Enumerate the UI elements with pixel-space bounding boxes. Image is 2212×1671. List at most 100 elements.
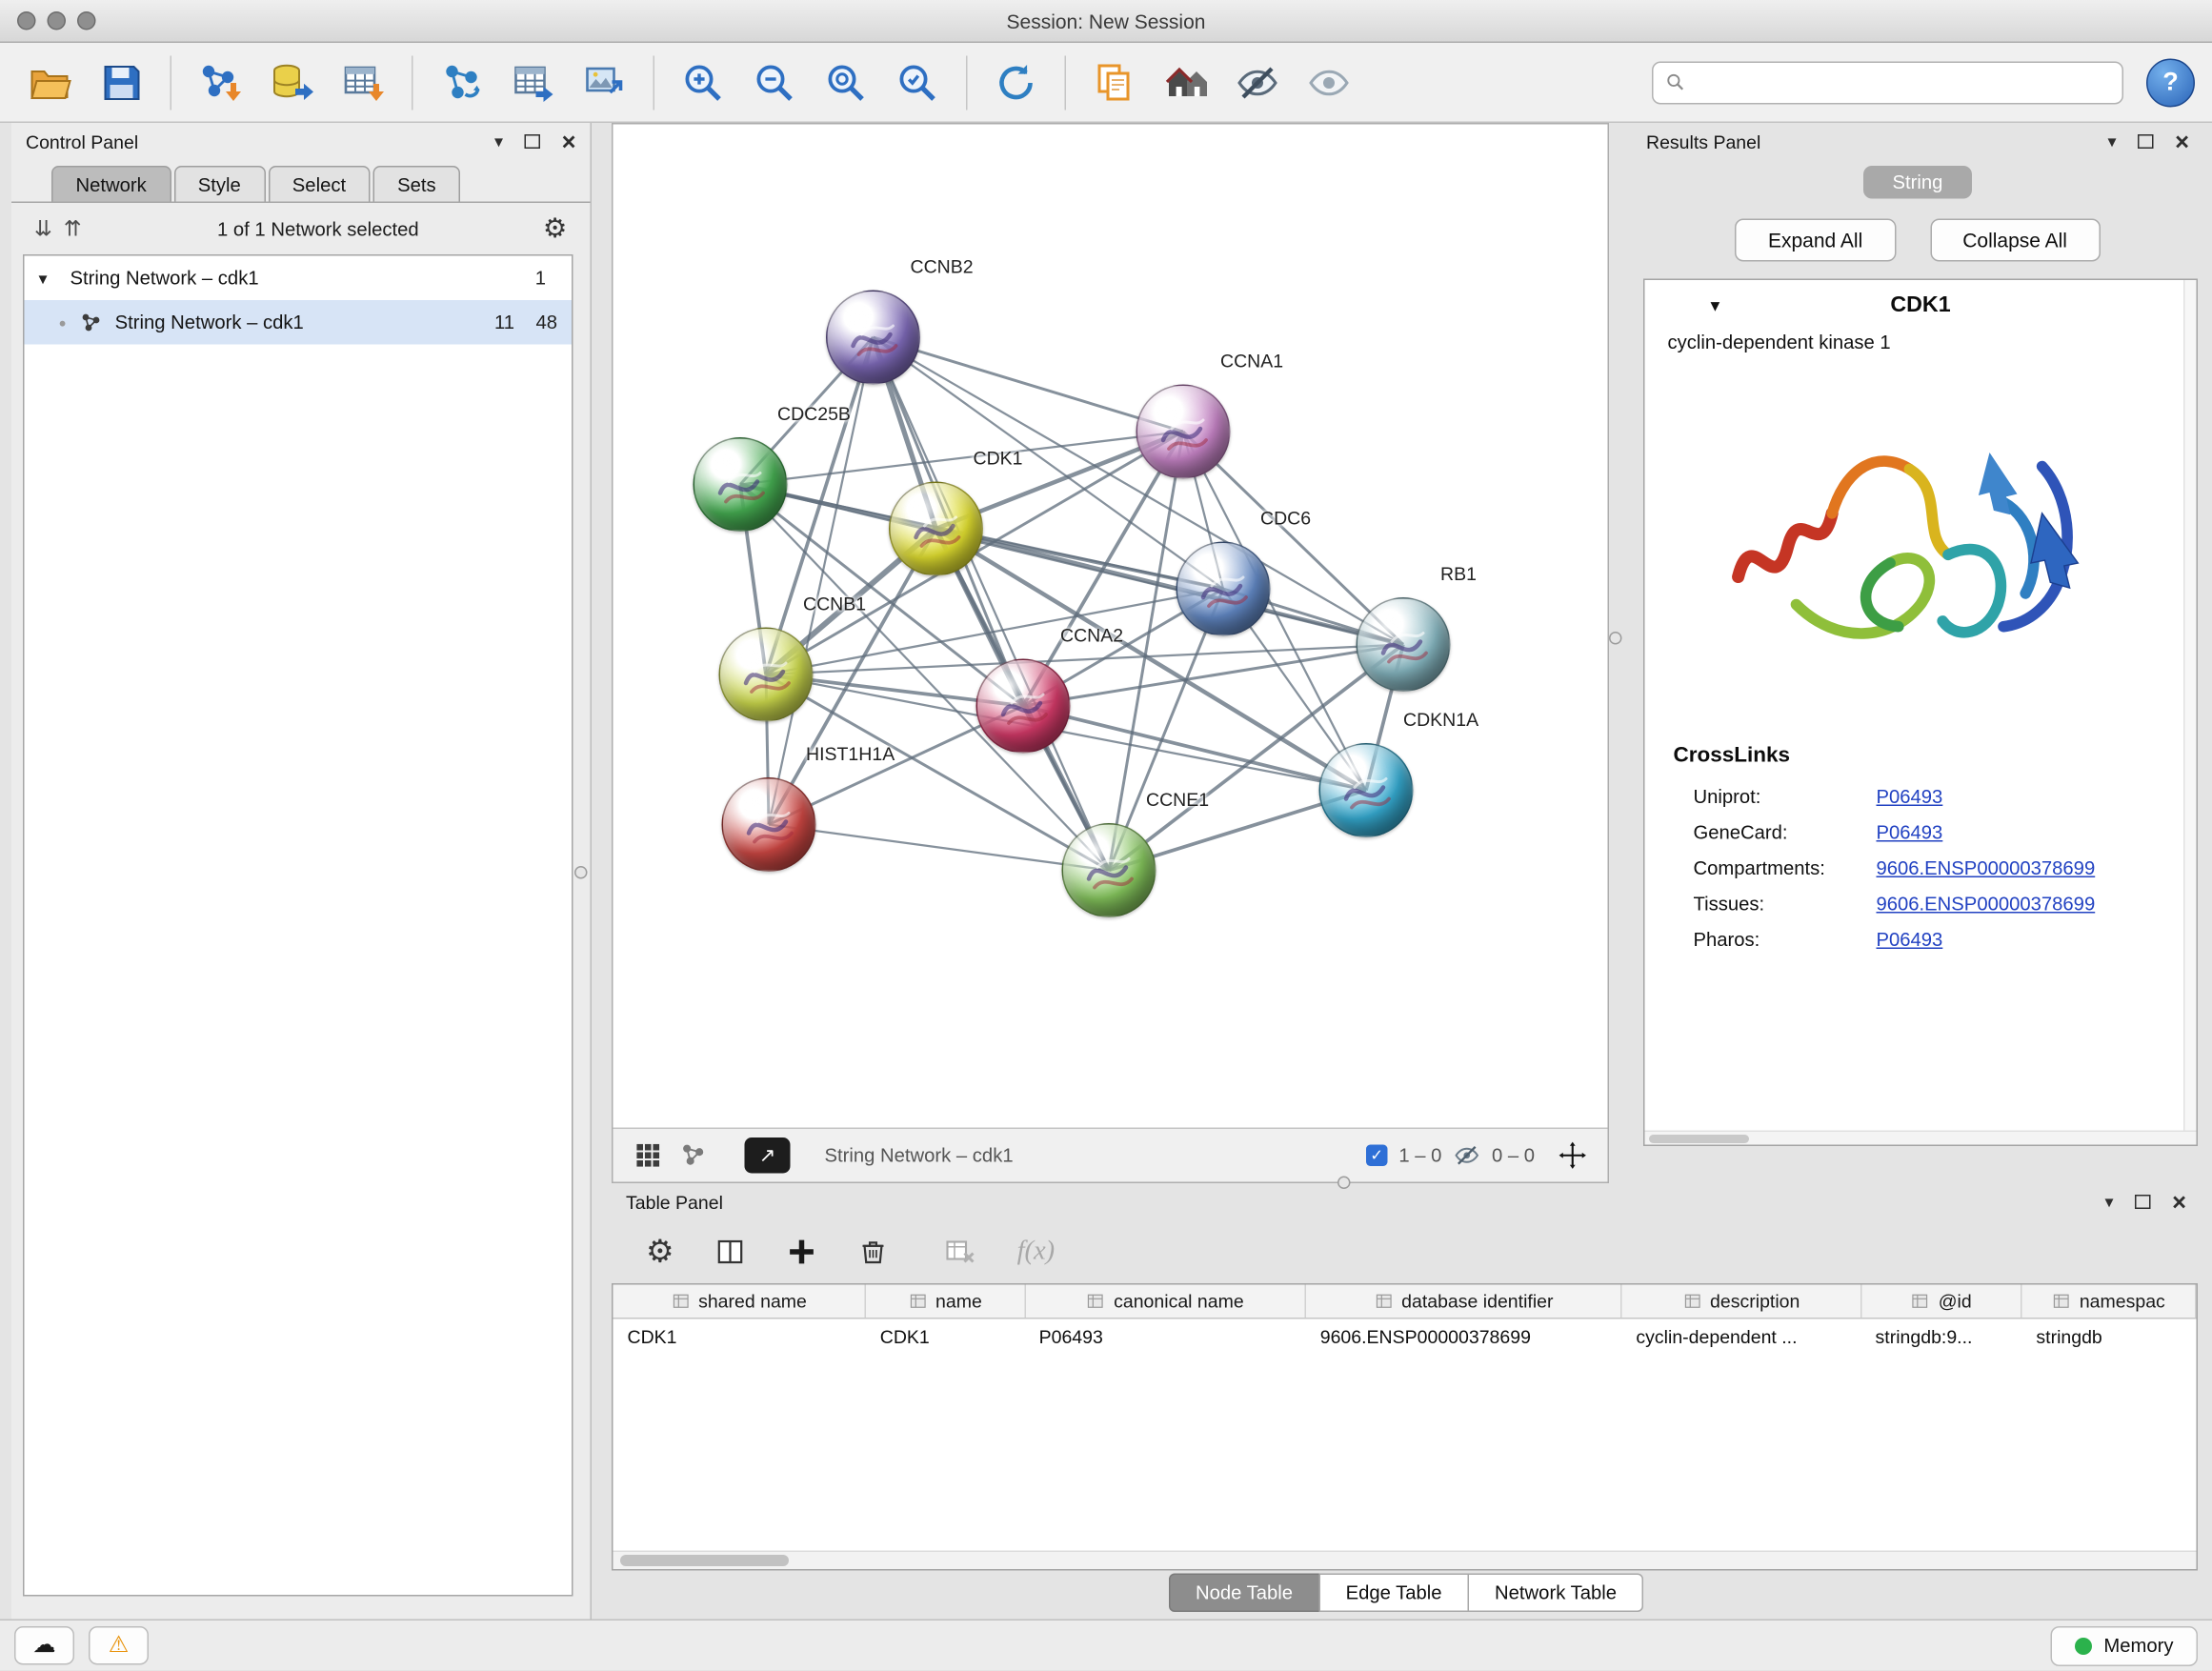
network-node-ccnb2[interactable] xyxy=(826,291,920,385)
network-node-cdkn1a[interactable] xyxy=(1319,743,1414,837)
selected-items-checkbox[interactable]: ✓ xyxy=(1366,1145,1388,1167)
export-network-button[interactable] xyxy=(500,50,566,115)
network-row[interactable]: ● String Network – cdk1 11 48 xyxy=(25,300,573,345)
panel-close-icon[interactable]: × xyxy=(562,130,576,154)
splitter-handle[interactable] xyxy=(574,866,588,879)
splitter-handle[interactable] xyxy=(1609,632,1622,645)
network-overview-button[interactable] xyxy=(680,1142,708,1170)
results-horizontal-scrollbar[interactable] xyxy=(1645,1131,2197,1145)
column-header[interactable]: description xyxy=(1621,1285,1860,1319)
apply-layout-button[interactable] xyxy=(983,50,1049,115)
splitter-handle[interactable] xyxy=(1337,1177,1350,1190)
crosslink-link[interactable]: 9606.ENSP00000378699 xyxy=(1877,894,2096,916)
import-table-button[interactable] xyxy=(331,50,396,115)
table-horizontal-scrollbar[interactable] xyxy=(613,1551,2197,1570)
new-network-button[interactable] xyxy=(429,50,494,115)
search-input[interactable] xyxy=(1695,71,2111,93)
table-options-gear-icon[interactable]: ⚙ xyxy=(646,1234,674,1271)
network-canvas[interactable]: CCNB2 CCNA1 CDC25B CDK1 CDC6 xyxy=(613,125,1608,1128)
help-button[interactable]: ? xyxy=(2146,58,2195,107)
zoom-selected-button[interactable] xyxy=(885,50,951,115)
open-session-button[interactable] xyxy=(17,50,83,115)
network-collection-row[interactable]: ▾ String Network – cdk1 1 xyxy=(25,256,573,301)
collapse-all-button[interactable]: Collapse All xyxy=(1930,219,2101,262)
export-image-button[interactable] xyxy=(572,50,637,115)
pan-move-icon[interactable] xyxy=(1558,1140,1588,1171)
network-node-cdc25b[interactable] xyxy=(694,437,788,532)
network-node-cdc6[interactable] xyxy=(1176,542,1271,636)
expand-all-button[interactable]: Expand All xyxy=(1735,219,1895,262)
network-edge[interactable] xyxy=(769,825,1109,871)
string-home-button[interactable] xyxy=(1154,50,1219,115)
tree-expand-icon[interactable]: ▾ xyxy=(39,268,70,288)
tab-node-table[interactable]: Node Table xyxy=(1168,1573,1319,1612)
column-header[interactable]: name xyxy=(866,1285,1025,1319)
tab-select[interactable]: Select xyxy=(268,166,370,202)
network-node-cdk1[interactable] xyxy=(889,482,983,576)
tab-network-table[interactable]: Network Table xyxy=(1468,1573,1644,1612)
zoom-fit-button[interactable] xyxy=(814,50,879,115)
table-cell[interactable]: stringdb:9... xyxy=(1861,1319,2022,1355)
warnings-button[interactable]: ⚠ xyxy=(89,1626,149,1665)
panel-float-icon[interactable] xyxy=(525,134,541,149)
network-node-ccna1[interactable] xyxy=(1136,385,1231,479)
network-edge[interactable] xyxy=(936,529,1404,645)
table-cell[interactable]: cyclin-dependent ... xyxy=(1621,1319,1860,1355)
hide-glass-button[interactable] xyxy=(1225,50,1291,115)
collapse-section-icon[interactable]: ▾ xyxy=(1711,294,1720,317)
column-header[interactable]: database identifier xyxy=(1306,1285,1622,1319)
crosslink-link[interactable]: P06493 xyxy=(1877,822,1943,844)
memory-button[interactable]: Memory xyxy=(2051,1626,2198,1666)
panel-menu-icon[interactable]: ▾ xyxy=(2105,1192,2114,1212)
table-cell[interactable]: CDK1 xyxy=(866,1319,1025,1355)
panel-menu-icon[interactable]: ▾ xyxy=(2108,131,2117,151)
table-row[interactable]: CDK1 CDK1 P06493 9606.ENSP00000378699 cy… xyxy=(613,1319,2196,1355)
column-header[interactable]: shared name xyxy=(613,1285,866,1319)
tab-style[interactable]: Style xyxy=(173,166,265,202)
open-in-new-window-button[interactable]: ↗ xyxy=(745,1137,791,1174)
show-columns-icon[interactable] xyxy=(714,1237,746,1268)
tab-string[interactable]: String xyxy=(1864,166,1972,199)
network-options-gear-icon[interactable]: ⚙ xyxy=(543,212,568,246)
delete-column-trash-icon[interactable] xyxy=(857,1237,889,1268)
crosslink-link[interactable]: P06493 xyxy=(1877,929,1943,951)
tab-sets[interactable]: Sets xyxy=(373,166,461,202)
delete-table-icon[interactable] xyxy=(943,1235,977,1269)
table-cell[interactable]: P06493 xyxy=(1025,1319,1306,1355)
results-vertical-scrollbar[interactable] xyxy=(2183,280,2197,1131)
scrollbar-thumb[interactable] xyxy=(1649,1135,1749,1143)
show-glass-button[interactable] xyxy=(1297,50,1362,115)
scrollbar-thumb[interactable] xyxy=(620,1555,789,1566)
zoom-out-button[interactable] xyxy=(742,50,808,115)
import-network-file-button[interactable] xyxy=(188,50,253,115)
collapse-all-icon[interactable]: ⇊ xyxy=(34,216,52,242)
function-builder-icon[interactable]: f(x) xyxy=(1017,1237,1056,1268)
copy-style-button[interactable] xyxy=(1082,50,1148,115)
import-network-database-button[interactable] xyxy=(259,50,325,115)
column-header[interactable]: @id xyxy=(1861,1285,2022,1319)
network-node-rb1[interactable] xyxy=(1357,597,1451,692)
panel-close-icon[interactable]: × xyxy=(2175,130,2189,154)
network-edge[interactable] xyxy=(874,337,1110,871)
panel-float-icon[interactable] xyxy=(2138,134,2154,149)
network-node-ccne1[interactable] xyxy=(1062,823,1156,917)
crosslink-link[interactable]: 9606.ENSP00000378699 xyxy=(1877,857,2096,879)
window-minimize-button[interactable] xyxy=(48,11,67,30)
window-zoom-button[interactable] xyxy=(77,11,96,30)
tab-network[interactable]: Network xyxy=(51,166,171,202)
network-node-ccnb1[interactable] xyxy=(719,628,814,722)
column-header[interactable]: namespac xyxy=(2021,1285,2195,1319)
network-node-ccna2[interactable] xyxy=(976,659,1071,754)
window-close-button[interactable] xyxy=(17,11,36,30)
protein-header-row[interactable]: ▾ CDK1 xyxy=(1645,280,2197,332)
zoom-in-button[interactable] xyxy=(671,50,736,115)
table-cell[interactable]: CDK1 xyxy=(613,1319,866,1355)
cloud-status-button[interactable]: ☁ xyxy=(14,1626,74,1665)
network-node-hist1h1a[interactable] xyxy=(722,777,816,872)
add-column-icon[interactable] xyxy=(786,1237,817,1268)
panel-close-icon[interactable]: × xyxy=(2172,1190,2186,1215)
table-cell[interactable]: stringdb xyxy=(2021,1319,2195,1355)
column-header[interactable]: canonical name xyxy=(1025,1285,1306,1319)
tab-edge-table[interactable]: Edge Table xyxy=(1318,1573,1469,1612)
table-cell[interactable]: 9606.ENSP00000378699 xyxy=(1306,1319,1622,1355)
